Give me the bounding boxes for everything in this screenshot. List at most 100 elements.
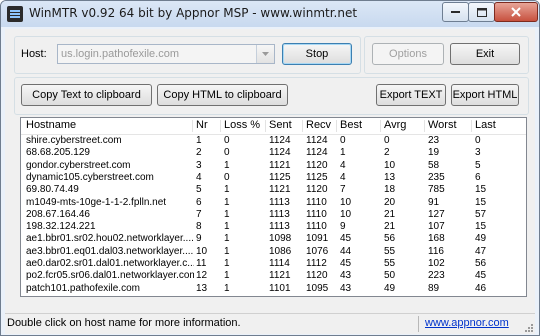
column-header-hostname[interactable]: Hostname bbox=[26, 119, 76, 131]
cell-sent: 1121 bbox=[269, 159, 291, 171]
cell-nr: 10 bbox=[196, 245, 208, 257]
cell-loss: 0 bbox=[224, 135, 230, 146]
options-button[interactable]: Options bbox=[372, 43, 444, 65]
table-row[interactable]: dynamic105.cyberstreet.com 4 0 1125 1125 4 13 2… bbox=[21, 172, 526, 184]
cell-hostname[interactable]: gondor.cyberstreet.com bbox=[26, 160, 194, 172]
cell-last: 46 bbox=[475, 282, 487, 294]
table-row[interactable]: m1049-mts-10ge-1-1-2.fplln.net 6 1 1113 1110… bbox=[21, 197, 526, 209]
cell-nr: 7 bbox=[196, 208, 202, 220]
copy-text-button[interactable]: Copy Text to clipboard bbox=[21, 84, 152, 106]
table-row[interactable]: 198.32.124.221 8 1 1113 1110 9 21 107 15 bbox=[21, 221, 526, 233]
cell-hostname[interactable]: 208.67.164.46 bbox=[26, 209, 194, 221]
cell-recv: 1120 bbox=[306, 184, 328, 196]
cell-best: 9 bbox=[340, 221, 346, 233]
cell-sent: 1098 bbox=[269, 233, 292, 245]
cell-avrg: 49 bbox=[384, 282, 396, 294]
cell-hostname[interactable]: po2.fcr05.sr06.dal01.networklayer.com bbox=[26, 270, 194, 282]
cell-loss: 1 bbox=[224, 245, 230, 257]
table-row[interactable]: gondor.cyberstreet.com 3 1 1121 1120 4 10 58 5 bbox=[21, 160, 526, 172]
cell-nr: 5 bbox=[196, 184, 202, 196]
cell-last: 15 bbox=[475, 196, 487, 208]
chevron-down-icon[interactable] bbox=[256, 45, 274, 63]
cell-hostname[interactable]: 198.32.124.221 bbox=[26, 221, 194, 233]
column-divider[interactable] bbox=[380, 120, 381, 132]
table-row[interactable]: shire.cyberstreet.com 1 0 1124 1124 0 0 23 0 bbox=[21, 135, 526, 147]
cell-hostname[interactable]: ae3.bbr01.eq01.dal03.networklayer.... bbox=[26, 246, 194, 258]
cell-hostname[interactable]: 68.68.205.129 bbox=[26, 147, 194, 159]
cell-hostname[interactable]: ae1.bbr01.sr02.hou02.networklayer.... bbox=[26, 233, 194, 245]
table-row[interactable]: patch101.pathofexile.com 13 1 1101 1095 43 49 8… bbox=[21, 283, 526, 295]
host-combobox[interactable]: us.login.pathofexile.com bbox=[57, 44, 275, 64]
cell-hostname[interactable]: m1049-mts-10ge-1-1-2.fplln.net bbox=[26, 197, 194, 209]
cell-sent: 1113 bbox=[269, 221, 290, 233]
cell-best: 45 bbox=[340, 258, 352, 269]
cell-recv: 1110 bbox=[306, 221, 327, 233]
cell-loss: 1 bbox=[224, 184, 230, 196]
table-row[interactable]: po2.fcr05.sr06.dal01.networklayer.com 12 1… bbox=[21, 270, 526, 282]
exit-button[interactable]: Exit bbox=[450, 43, 520, 65]
cell-avrg: 20 bbox=[384, 196, 396, 208]
maximize-icon bbox=[476, 7, 487, 17]
column-divider[interactable] bbox=[220, 120, 221, 132]
cell-sent: 1114 bbox=[269, 258, 290, 269]
trace-list[interactable]: Hostname Nr Loss % Sent Recv Best Avrg Worst Las… bbox=[20, 117, 527, 297]
cell-hostname[interactable]: 69.80.74.49 bbox=[26, 184, 194, 196]
cell-best: 1 bbox=[340, 147, 346, 159]
column-header-worst[interactable]: Worst bbox=[428, 119, 457, 131]
cell-hostname[interactable]: dynamic105.cyberstreet.com bbox=[26, 172, 194, 184]
cell-loss: 1 bbox=[224, 208, 230, 220]
cell-hostname[interactable]: patch101.pathofexile.com bbox=[26, 283, 194, 295]
cell-avrg: 18 bbox=[384, 184, 396, 196]
appnor-link[interactable]: www.appnor.com bbox=[425, 317, 509, 329]
cell-hostname[interactable]: shire.cyberstreet.com bbox=[26, 135, 194, 147]
table-row[interactable]: 69.80.74.49 5 1 1121 1120 7 18 785 15 bbox=[21, 184, 526, 196]
column-divider[interactable] bbox=[302, 120, 303, 132]
copy-html-button[interactable]: Copy HTML to clipboard bbox=[157, 84, 288, 106]
cell-avrg: 10 bbox=[384, 159, 396, 171]
cell-worst: 91 bbox=[428, 196, 440, 208]
column-divider[interactable] bbox=[265, 120, 266, 132]
cell-nr: 12 bbox=[196, 270, 208, 282]
export-text-button[interactable]: Export TEXT bbox=[376, 84, 446, 106]
cell-worst: 785 bbox=[428, 184, 445, 196]
cell-sent: 1121 bbox=[269, 270, 291, 282]
table-row[interactable]: ae1.bbr01.sr02.hou02.networklayer.... 9 1 1… bbox=[21, 233, 526, 245]
cell-avrg: 2 bbox=[384, 147, 390, 159]
column-header-best[interactable]: Best bbox=[340, 119, 362, 131]
table-row[interactable]: 208.67.164.46 7 1 1113 1110 10 21 127 57 bbox=[21, 209, 526, 221]
export-html-button[interactable]: Export HTML bbox=[451, 84, 519, 106]
cell-sent: 1124 bbox=[269, 147, 291, 159]
cell-avrg: 13 bbox=[384, 171, 396, 183]
host-value: us.login.pathofexile.com bbox=[61, 48, 180, 60]
column-divider[interactable] bbox=[424, 120, 425, 132]
cell-worst: 102 bbox=[428, 258, 445, 269]
maximize-button[interactable] bbox=[468, 2, 495, 22]
cell-best: 7 bbox=[340, 184, 346, 196]
table-row[interactable]: ae0.dar02.sr01.dal01.networklayer.c... 11… bbox=[21, 258, 526, 270]
column-divider[interactable] bbox=[336, 120, 337, 132]
minimize-button[interactable] bbox=[442, 2, 469, 22]
column-header-loss[interactable]: Loss % bbox=[224, 119, 260, 131]
cell-recv: 1095 bbox=[306, 282, 329, 294]
status-divider bbox=[418, 316, 419, 332]
title-bar[interactable]: WinMTR v0.92 64 bit by Appnor MSP - www.… bbox=[1, 1, 539, 27]
resize-grip-icon[interactable] bbox=[524, 323, 534, 333]
column-header-recv[interactable]: Recv bbox=[306, 119, 331, 131]
column-divider[interactable] bbox=[471, 120, 472, 132]
table-row[interactable]: ae3.bbr01.eq01.dal03.networklayer.... 10 1… bbox=[21, 246, 526, 258]
cell-loss: 1 bbox=[224, 258, 230, 269]
column-header-avrg[interactable]: Avrg bbox=[384, 119, 406, 131]
cell-best: 43 bbox=[340, 270, 352, 282]
column-header-last[interactable]: Last bbox=[475, 119, 496, 131]
cell-worst: 223 bbox=[428, 270, 445, 282]
cell-best: 10 bbox=[340, 208, 352, 220]
column-header-sent[interactable]: Sent bbox=[269, 119, 292, 131]
cell-hostname[interactable]: ae0.dar02.sr01.dal01.networklayer.c... bbox=[26, 258, 194, 270]
column-header-nr[interactable]: Nr bbox=[196, 119, 208, 131]
stop-button[interactable]: Stop bbox=[282, 43, 352, 65]
close-button[interactable] bbox=[494, 2, 538, 22]
export-group: Copy Text to clipboard Copy HTML to clip… bbox=[14, 77, 529, 115]
column-divider[interactable] bbox=[192, 120, 193, 132]
close-icon bbox=[511, 7, 521, 17]
table-row[interactable]: 68.68.205.129 2 0 1124 1124 1 2 19 3 bbox=[21, 147, 526, 159]
